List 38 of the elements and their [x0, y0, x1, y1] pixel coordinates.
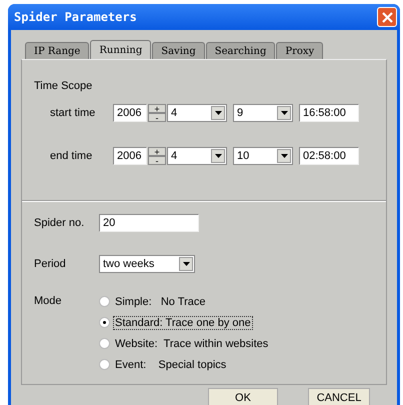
- year-field[interactable]: 2006: [113, 104, 147, 122]
- tab[interactable]: Proxy: [276, 42, 324, 59]
- year-field[interactable]: 2006: [113, 147, 147, 165]
- tab[interactable]: Saving: [152, 42, 205, 59]
- day-dropdown[interactable]: 10: [233, 147, 293, 165]
- radio-label[interactable]: Simple: No Trace: [113, 294, 208, 308]
- field-label: Spider no.: [34, 217, 86, 229]
- increment-button[interactable]: +: [148, 147, 166, 156]
- tab[interactable]: Running: [90, 40, 152, 59]
- section-label: Time Scope: [34, 80, 94, 92]
- field-label: Mode: [34, 295, 63, 309]
- time-field[interactable]: 02:58:00: [299, 147, 359, 165]
- dialog-button[interactable]: OK: [208, 388, 278, 405]
- time-field[interactable]: 16:58:00: [299, 104, 359, 122]
- increment-button[interactable]: +: [148, 104, 166, 113]
- month-dropdown[interactable]: 4: [167, 147, 227, 165]
- radio-button[interactable]: [99, 296, 110, 307]
- window-title: Spider Parameters: [14, 10, 137, 24]
- month-dropdown[interactable]: 4: [167, 104, 227, 122]
- row-label: end time: [49, 150, 94, 162]
- close-icon[interactable]: [382, 12, 392, 22]
- tab[interactable]: Searching: [206, 42, 276, 59]
- radio-button[interactable]: [99, 317, 110, 328]
- decrement-button[interactable]: -: [148, 156, 166, 165]
- period-dropdown[interactable]: two weeks: [99, 255, 195, 273]
- row-label: start time: [49, 107, 96, 119]
- day-dropdown[interactable]: 9: [233, 104, 293, 122]
- radio-label[interactable]: Website: Trace within websites: [113, 336, 270, 350]
- tab[interactable]: IP Range: [25, 42, 90, 59]
- radio-button[interactable]: [99, 359, 110, 370]
- dialog-button[interactable]: CANCEL: [308, 388, 370, 405]
- field-label: Period: [34, 258, 67, 270]
- radio-label[interactable]: Event: Special topics: [113, 358, 228, 372]
- close-button[interactable]: [377, 7, 397, 27]
- spider-number-field[interactable]: 20: [99, 214, 199, 232]
- decrement-button[interactable]: -: [148, 113, 166, 122]
- radio-label[interactable]: Standard: Trace one by one: [113, 316, 253, 330]
- radio-button[interactable]: [99, 338, 110, 349]
